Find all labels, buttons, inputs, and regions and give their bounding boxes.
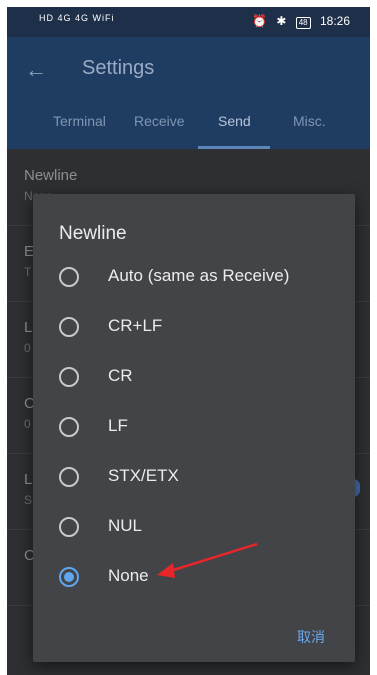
option-crlf[interactable]: CR+LF — [33, 304, 355, 350]
list-item-title: L — [24, 319, 33, 336]
status-bar: HD 4G 4G WiFi ⏰ ✱ 48 18:26 — [7, 7, 370, 37]
battery-icon: 48 — [295, 17, 311, 29]
bluetooth-icon: ✱ — [276, 14, 287, 28]
option-none[interactable]: None — [33, 554, 355, 600]
option-label: NUL — [108, 516, 143, 535]
option-label: None — [108, 566, 149, 585]
option-cr[interactable]: CR — [33, 354, 355, 400]
dialog-title: Newline — [59, 223, 127, 244]
radio-unchecked-icon[interactable] — [59, 517, 79, 537]
option-auto[interactable]: Auto (same as Receive) — [33, 254, 355, 300]
tab-send[interactable]: Send — [218, 113, 251, 129]
radio-unchecked-icon[interactable] — [59, 367, 79, 387]
network-indicators: HD 4G 4G WiFi — [39, 13, 115, 23]
option-lf[interactable]: LF — [33, 404, 355, 450]
back-arrow-icon[interactable]: ← — [25, 57, 47, 83]
list-item-subtitle: S — [24, 493, 33, 507]
phone-screen: HD 4G 4G WiFi ⏰ ✱ 48 18:26 ← Settings Te… — [7, 7, 370, 675]
tab-terminal[interactable]: Terminal — [53, 113, 106, 129]
option-nul[interactable]: NUL — [33, 504, 355, 550]
radio-unchecked-icon[interactable] — [59, 267, 79, 287]
option-label: STX/ETX — [108, 466, 179, 485]
clock: 18:26 — [319, 14, 350, 28]
option-stx-etx[interactable]: STX/ETX — [33, 454, 355, 500]
option-label: CR+LF — [108, 316, 163, 335]
tab-misc[interactable]: Misc. — [293, 113, 326, 129]
alarm-icon: ⏰ — [252, 14, 267, 28]
radio-unchecked-icon[interactable] — [59, 467, 79, 487]
option-label: Auto (same as Receive) — [108, 266, 290, 285]
list-item-subtitle: 0 — [24, 417, 31, 431]
app-bar: ← Settings Terminal Receive Send Misc. — [7, 37, 370, 149]
list-item-subtitle: 0 — [24, 341, 31, 355]
cancel-button[interactable]: 取消 — [297, 627, 325, 647]
option-label: CR — [108, 366, 133, 385]
page-title: Settings — [82, 57, 155, 79]
list-item-subtitle: T — [24, 265, 32, 279]
status-right: ⏰ ✱ 48 18:26 — [246, 14, 350, 29]
tab-bar: Terminal Receive Send Misc. — [7, 109, 370, 149]
list-item-title: Newline — [24, 167, 78, 184]
option-label: LF — [108, 416, 128, 435]
newline-dialog: Newline Auto (same as Receive) CR+LF CR … — [33, 194, 355, 662]
list-item-title: L — [24, 471, 33, 488]
radio-unchecked-icon[interactable] — [59, 417, 79, 437]
radio-unchecked-icon[interactable] — [59, 317, 79, 337]
tab-receive[interactable]: Receive — [134, 113, 185, 129]
radio-checked-icon[interactable] — [59, 567, 79, 587]
